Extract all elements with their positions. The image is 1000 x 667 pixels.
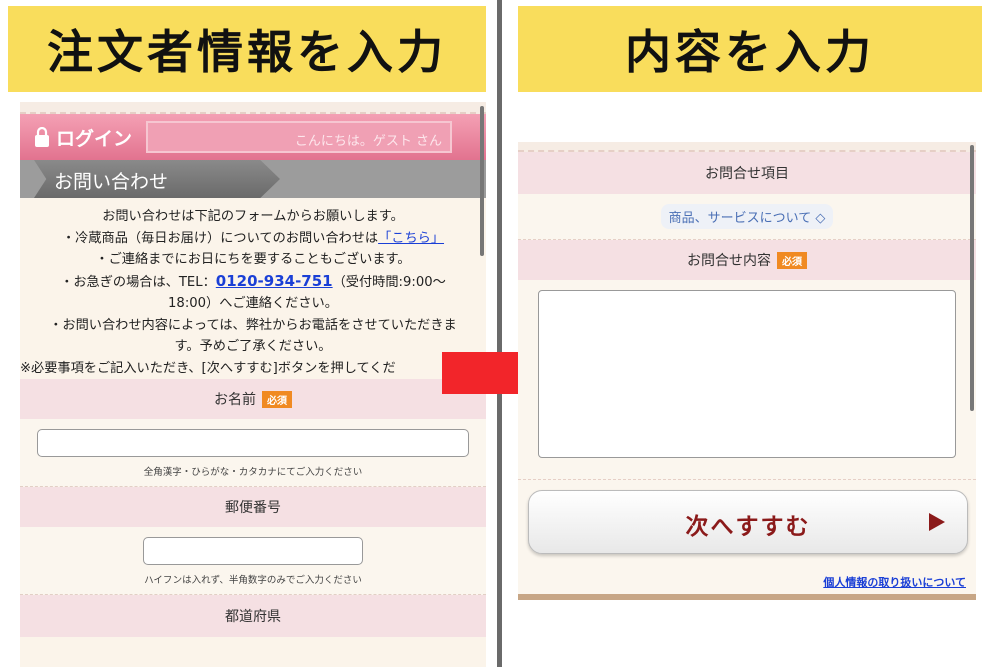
name-hint: 全角漢字・ひらがな・カタカナにてご入力ください (20, 457, 486, 487)
breadcrumb-label: お問い合わせ (54, 171, 169, 193)
phone-link[interactable]: 0120-934-751 (216, 272, 333, 290)
content-label: お問合せ内容 (687, 253, 771, 269)
right-scrollbar[interactable] (970, 145, 974, 411)
right-phone-screen: お問合せ項目 商品、サービスについて ◇ お問合せ内容 必須 次へすすむ 個人情… (518, 142, 976, 600)
info-line: お問い合わせは下記のフォームからお願いします。 (102, 209, 404, 224)
postal-section-header: 郵便番号 (20, 487, 486, 527)
name-label: お名前 (214, 392, 256, 408)
left-phone-screen: ログイン こんにちは。ゲスト さん お問い合わせ お問い合わせは下記のフォームか… (20, 102, 486, 667)
left-step-banner: 注文者情報を入力 (8, 6, 486, 92)
right-step-title: 内容を入力 (625, 25, 875, 79)
info-line: ・冷蔵商品（毎日お届け）についてのお問い合わせは「こちら」 (61, 230, 445, 246)
right-step-banner: 内容を入力 (518, 6, 982, 92)
greeting-box: こんにちは。ゲスト さん (146, 121, 453, 153)
bottom-border (518, 594, 976, 600)
prefecture-label: 都道府県 (225, 609, 281, 625)
top-dashed-border (20, 102, 486, 114)
next-button[interactable]: 次へすすむ (528, 490, 968, 554)
left-scrollbar[interactable] (480, 106, 484, 256)
info-line: ・お急ぎの場合は、TEL：0120-934-751（受付時間:9:00～ (60, 271, 446, 290)
breadcrumb: お問い合わせ (20, 160, 486, 198)
required-badge: 必須 (777, 251, 807, 269)
inquiry-content-textarea[interactable] (538, 290, 956, 458)
postal-label: 郵便番号 (225, 500, 281, 516)
info-line: ・お問い合わせ内容によっては、弊社からお電話をさせていただきま (49, 317, 457, 333)
content-section-header: お問合せ内容 必須 (518, 240, 976, 280)
left-step-title: 注文者情報を入力 (47, 25, 447, 79)
info-line: す。予めご了承ください。 (174, 339, 332, 354)
name-input[interactable] (37, 429, 469, 457)
play-triangle-icon (929, 513, 945, 531)
privacy-policy-link[interactable]: 個人情報の取り扱いについて (823, 574, 966, 590)
info-line: ・ご連絡までにお日にちを要することもございます。 (95, 252, 411, 267)
login-bar: ログイン こんにちは。ゲスト さん (20, 114, 486, 160)
category-section-header: お問合せ項目 (518, 152, 976, 194)
lock-icon (34, 126, 50, 147)
info-text: お問い合わせは下記のフォームからお願いします。 ・冷蔵商品（毎日お届け）について… (20, 198, 486, 379)
next-button-label: 次へすすむ (685, 514, 811, 540)
postal-field-row: ハイフンは入れず、半角数字のみでご入力ください (20, 527, 486, 595)
section-divider (518, 458, 976, 480)
name-field-row: 全角漢字・ひらがな・カタカナにてご入力ください (20, 419, 486, 487)
info-line: 18:00）へご連絡ください。 (168, 296, 338, 311)
category-select-row: 商品、サービスについて ◇ (518, 194, 976, 240)
required-badge: 必須 (262, 390, 292, 408)
login-link[interactable]: ログイン (56, 124, 132, 151)
postal-code-input[interactable] (143, 537, 363, 565)
prefecture-section-header: 都道府県 (20, 595, 486, 637)
info-line: ※必要事項をご記入いただき、[次へすすむ]ボタンを押してくだ (20, 360, 396, 376)
category-label: お問合せ項目 (705, 166, 789, 182)
name-section-header: お名前 必須 (20, 379, 486, 419)
postal-hint: ハイフンは入れず、半角数字のみでご入力ください (20, 565, 486, 595)
chilled-products-link[interactable]: 「こちら」 (378, 231, 444, 246)
category-select[interactable]: 商品、サービスについて ◇ (660, 204, 834, 229)
top-dashed-border (518, 142, 976, 152)
